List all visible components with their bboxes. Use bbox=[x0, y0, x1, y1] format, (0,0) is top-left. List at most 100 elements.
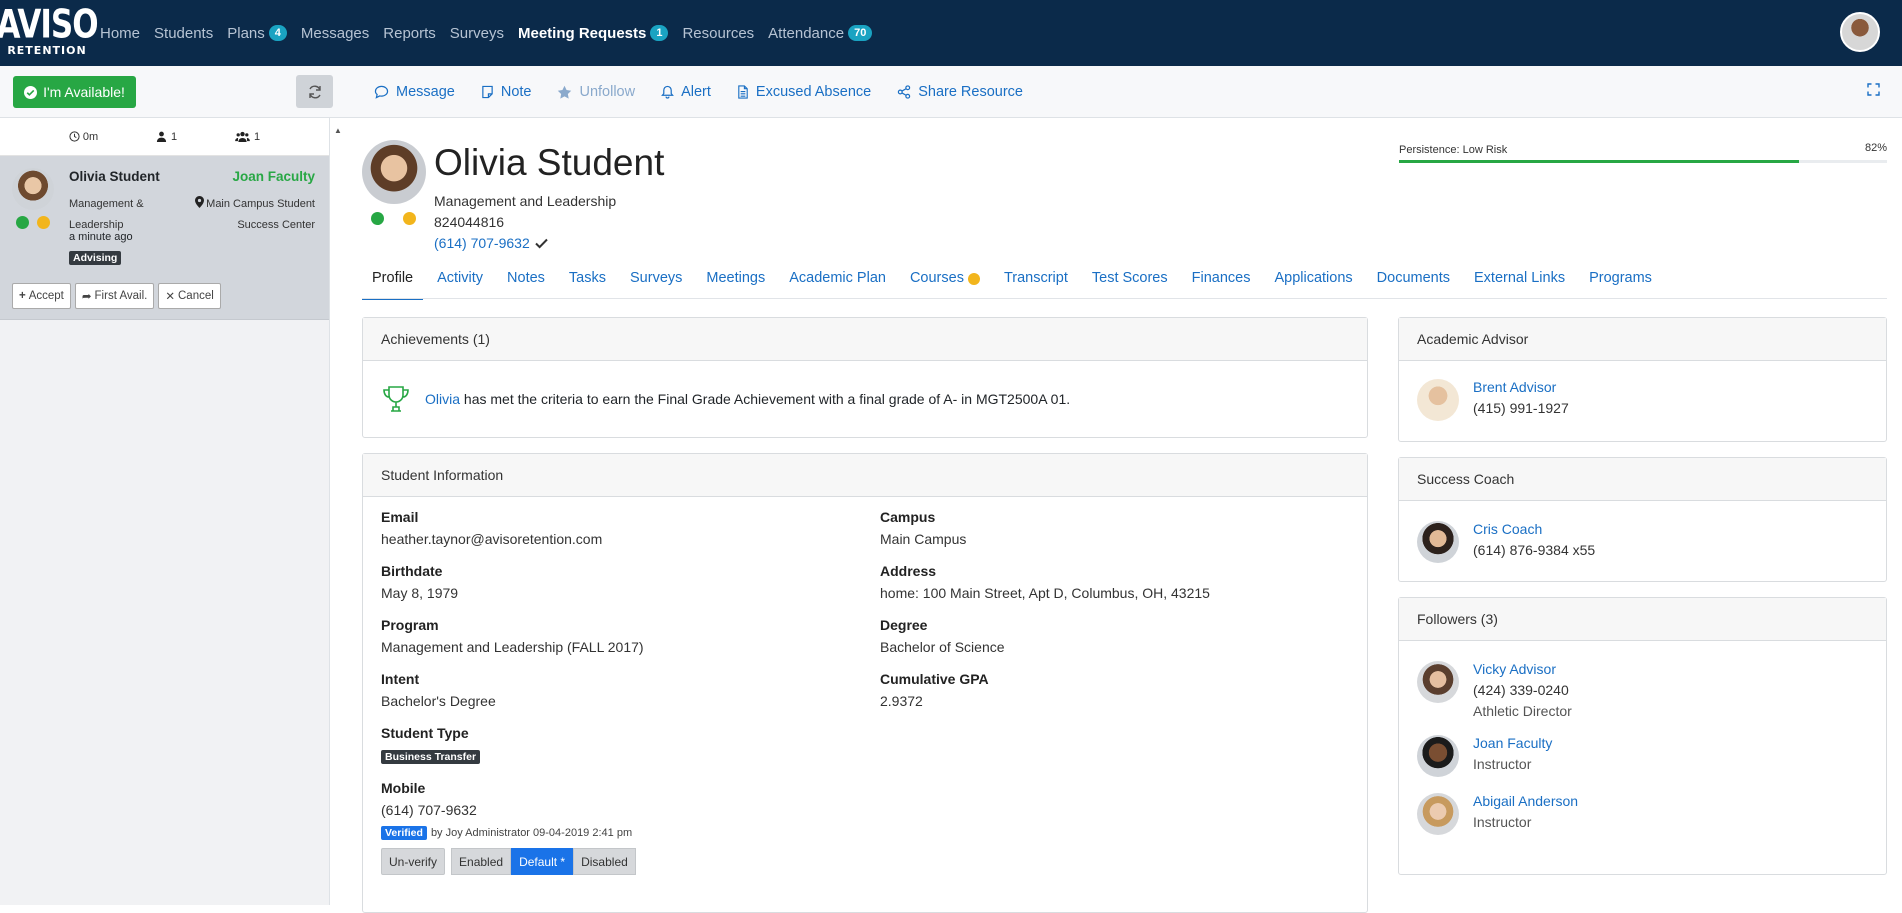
followers-card: Followers (3) Vicky Advisor (424) 339-024… bbox=[1398, 597, 1887, 875]
tab-external-links[interactable]: External Links bbox=[1464, 270, 1575, 300]
student-info-card: Student Information Email heather.taynor@… bbox=[362, 453, 1368, 913]
alert-action[interactable]: Alert bbox=[661, 84, 711, 100]
advising-tag: Advising bbox=[69, 251, 122, 265]
star-icon bbox=[558, 85, 572, 99]
student-phone-link[interactable]: (614) 707-9632 bbox=[434, 235, 530, 251]
share-resource-action[interactable]: Share Resource bbox=[897, 84, 1023, 100]
excused-absence-action[interactable]: Excused Absence bbox=[737, 84, 871, 100]
first-available-button[interactable]: ➦ First Avail. bbox=[74, 283, 155, 309]
tab-test-scores[interactable]: Test Scores bbox=[1082, 270, 1178, 300]
available-button[interactable]: I'm Available! bbox=[13, 76, 136, 108]
note-action[interactable]: Note bbox=[481, 84, 531, 100]
persistence-bar bbox=[1399, 160, 1800, 163]
expand-icon[interactable] bbox=[1867, 83, 1880, 100]
program-label: Program bbox=[381, 617, 439, 633]
enabled-option[interactable]: Enabled bbox=[451, 848, 512, 875]
user-avatar[interactable] bbox=[1840, 12, 1880, 52]
chat-bubble-icon bbox=[374, 85, 389, 99]
tab-transcript[interactable]: Transcript bbox=[994, 270, 1078, 300]
unverify-button[interactable]: Un-verify bbox=[381, 848, 446, 875]
academic-advisor-card: Academic Advisor Brent Advisor (415) 991-… bbox=[1398, 317, 1887, 442]
tab-applications[interactable]: Applications bbox=[1264, 270, 1362, 300]
close-icon: ✕ bbox=[165, 291, 175, 303]
tab-programs[interactable]: Programs bbox=[1579, 270, 1662, 300]
student-avatar bbox=[12, 168, 54, 210]
tab-meetings[interactable]: Meetings bbox=[696, 270, 775, 300]
tab-surveys[interactable]: Surveys bbox=[620, 270, 692, 300]
queue-location: Main Campus Student Success Center bbox=[175, 194, 315, 235]
queue-panel: 0m 1 1 Olivia Student Joan Faculty Manag… bbox=[0, 118, 330, 905]
verified-by-text: by Joy Administrator 09-04-2019 2:41 pm bbox=[430, 827, 633, 839]
nav-attendance[interactable]: Attendance 70 bbox=[768, 25, 873, 42]
advisor-phone: (415) 991-1927 bbox=[1473, 400, 1569, 416]
status-ok-icon bbox=[16, 216, 29, 229]
address-value: home: 100 Main Street, Apt D, Columbus, … bbox=[880, 585, 1210, 601]
coach-avatar bbox=[1417, 521, 1459, 563]
nav-home[interactable]: Home bbox=[100, 25, 140, 42]
action-toolbar: I'm Available! Message Note Unfollow Ale… bbox=[0, 66, 1902, 118]
unfollow-action[interactable]: Unfollow bbox=[557, 84, 635, 100]
campus-label: Campus bbox=[880, 509, 936, 525]
student-type-label: Student Type bbox=[381, 725, 469, 741]
nav-plans[interactable]: Plans 4 bbox=[227, 25, 287, 42]
tab-courses[interactable]: Courses bbox=[900, 270, 990, 300]
tab-activity[interactable]: Activity bbox=[427, 270, 493, 300]
mobile-value: (614) 707-9632 bbox=[381, 802, 477, 818]
coach-name-link[interactable]: Cris Coach bbox=[1473, 521, 1542, 537]
tab-documents[interactable]: Documents bbox=[1367, 270, 1460, 300]
cancel-button[interactable]: ✕ Cancel bbox=[158, 283, 221, 309]
gpa-value: 2.9372 bbox=[880, 693, 923, 709]
aviso-logo[interactable]: AVISO RETENTION bbox=[0, 0, 99, 66]
achievement-student-link[interactable]: Olivia bbox=[425, 391, 460, 407]
persistence-label: Persistence: Low Risk bbox=[1399, 144, 1508, 156]
accept-button[interactable]: + Accept bbox=[12, 283, 71, 309]
tab-tasks[interactable]: Tasks bbox=[559, 270, 616, 300]
queue-student-name: Olivia Student bbox=[69, 169, 160, 184]
queue-item[interactable]: Olivia Student Joan Faculty Management &… bbox=[0, 156, 329, 320]
forward-icon: ➦ bbox=[81, 291, 92, 303]
top-navbar: AVISO RETENTION Home Students Plans 4 Mes… bbox=[0, 0, 1902, 66]
student-info-title: Student Information bbox=[363, 454, 1367, 497]
follower-avatar bbox=[1417, 735, 1459, 777]
user-icon bbox=[156, 131, 167, 142]
map-pin-icon bbox=[195, 196, 205, 208]
follower-role: Instructor bbox=[1473, 814, 1532, 830]
profile-avatar bbox=[362, 140, 426, 204]
queue-time: a minute ago bbox=[69, 231, 133, 243]
advisor-name-link[interactable]: Brent Advisor bbox=[1473, 379, 1556, 395]
trophy-icon bbox=[383, 385, 409, 412]
tab-notes[interactable]: Notes bbox=[497, 270, 555, 300]
nav-messages[interactable]: Messages bbox=[301, 25, 369, 42]
degree-value: Bachelor of Science bbox=[880, 639, 1005, 655]
follower-phone: (424) 339-0240 bbox=[1473, 682, 1569, 698]
nav-meeting-requests[interactable]: Meeting Requests 1 bbox=[518, 25, 669, 42]
nav-resources[interactable]: Resources bbox=[682, 25, 754, 42]
follower-name-link[interactable]: Joan Faculty bbox=[1473, 735, 1552, 751]
follower-role: Instructor bbox=[1473, 756, 1532, 772]
follower-name-link[interactable]: Vicky Advisor bbox=[1473, 661, 1556, 677]
nav-students[interactable]: Students bbox=[154, 25, 213, 42]
status-warning-icon bbox=[403, 212, 416, 225]
tab-academic-plan[interactable]: Academic Plan bbox=[779, 270, 896, 300]
nav-surveys[interactable]: Surveys bbox=[450, 25, 504, 42]
tab-profile[interactable]: Profile bbox=[362, 270, 424, 300]
tab-finances[interactable]: Finances bbox=[1182, 270, 1261, 300]
campus-value: Main Campus bbox=[880, 531, 967, 547]
follower-role: Athletic Director bbox=[1473, 703, 1572, 719]
email-value: heather.taynor@avisoretention.com bbox=[381, 531, 603, 547]
follower-name-link[interactable]: Abigail Anderson bbox=[1473, 793, 1578, 809]
message-action[interactable]: Message bbox=[374, 84, 455, 100]
nav-reports[interactable]: Reports bbox=[383, 25, 436, 42]
status-ok-icon bbox=[371, 212, 384, 225]
wait-time-stat: 0m bbox=[69, 131, 98, 143]
disabled-option[interactable]: Disabled bbox=[573, 848, 636, 875]
default-option[interactable]: Default * bbox=[511, 848, 574, 875]
refresh-button[interactable] bbox=[296, 75, 333, 108]
scroll-up-arrow-icon[interactable]: ▲ bbox=[334, 126, 342, 135]
plus-icon: + bbox=[19, 290, 26, 302]
follower-item: Abigail Anderson Instructor bbox=[1399, 793, 1886, 835]
email-label: Email bbox=[381, 509, 419, 525]
success-coach-title: Success Coach bbox=[1399, 458, 1886, 501]
check-circle-icon bbox=[24, 85, 38, 99]
plans-count-badge: 4 bbox=[268, 25, 287, 41]
